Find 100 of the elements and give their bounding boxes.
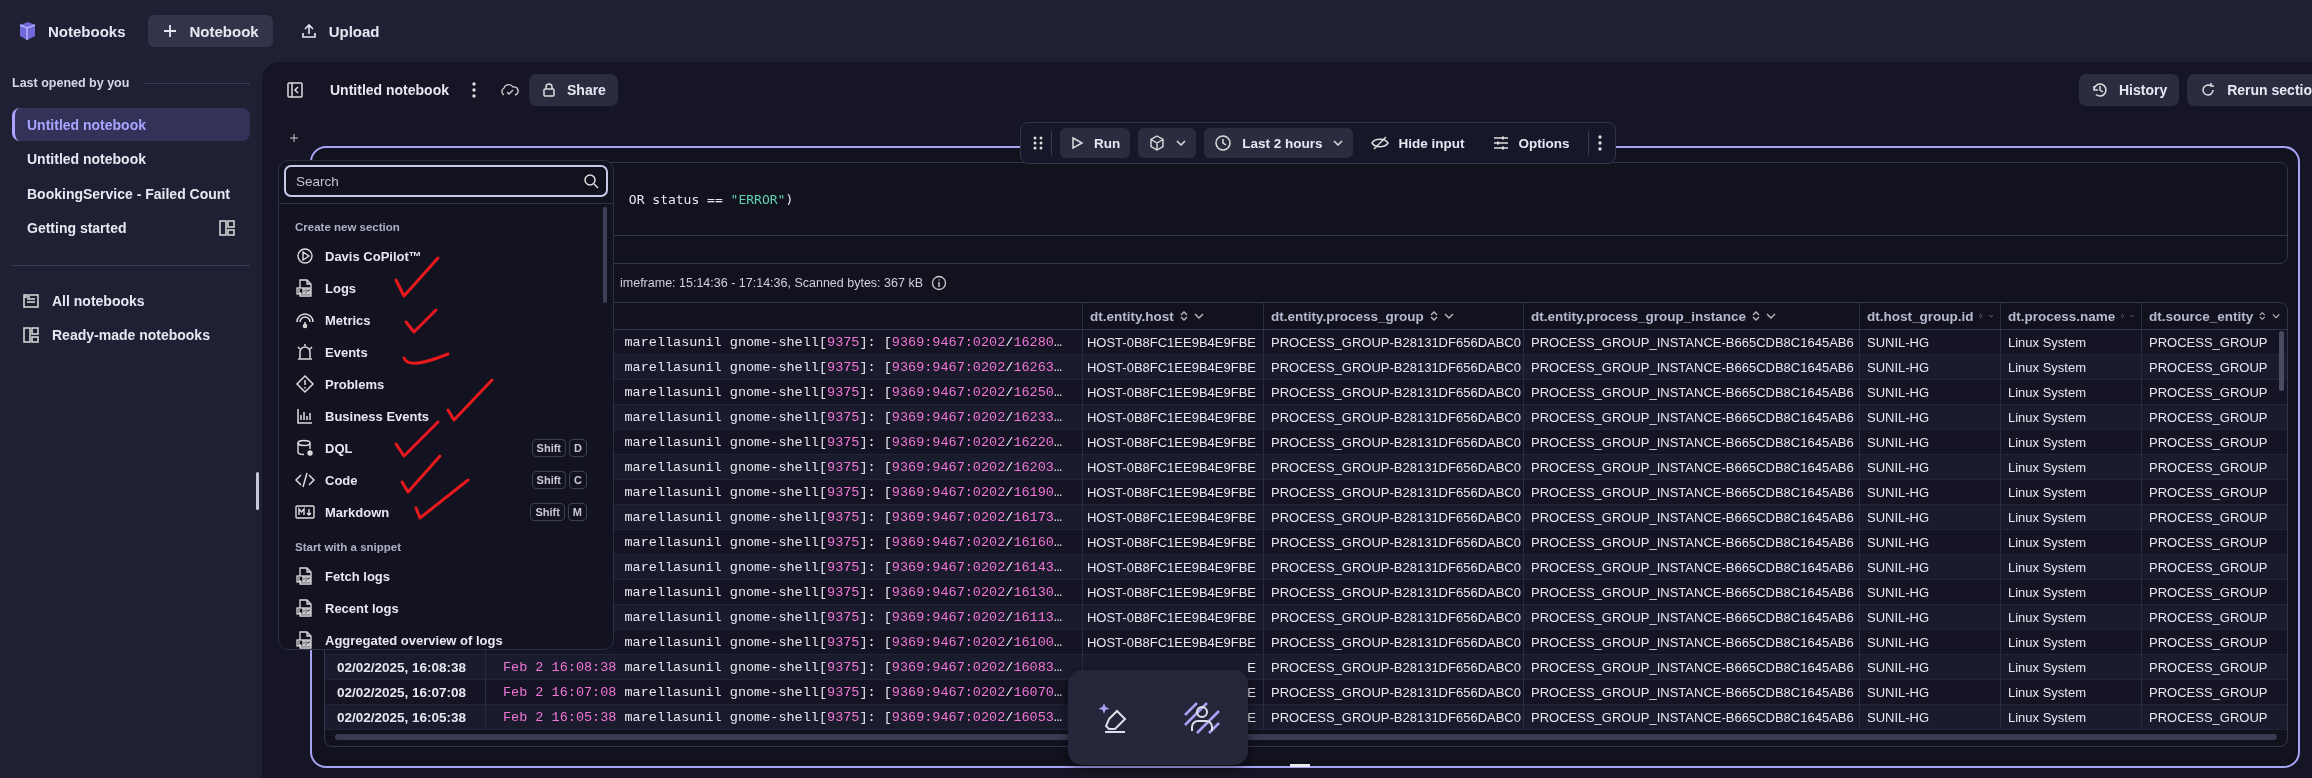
menu-item[interactable]: Fetch logs (295, 560, 613, 592)
upload-button[interactable]: Upload (286, 15, 394, 47)
resize-handle[interactable] (256, 472, 259, 510)
link-label[interactable]: All notebooks (52, 292, 145, 309)
hide-input-button[interactable]: Hide input (1360, 128, 1475, 158)
data-source-dropdown[interactable] (1138, 128, 1197, 158)
chevron-down-icon[interactable] (2271, 312, 2280, 320)
table-cell: marellasunil gnome-shell[9375]: [9369:9467:0202/16220… (624, 434, 1062, 450)
column-header[interactable]: dt.host_group.id (1867, 308, 1974, 324)
table-cell: PROCESS_GROUP-B28131DF656DABC0 (1271, 409, 1521, 425)
table-cell: Linux System (2008, 609, 2087, 625)
chevron-down-icon[interactable] (1766, 312, 1777, 320)
table-cell: SUNIL-HG (1867, 384, 1930, 400)
menu-item[interactable]: Code Shift C (295, 464, 613, 496)
check-mark (400, 454, 442, 494)
layout-icon (22, 325, 40, 344)
upload-icon (300, 23, 317, 39)
table-cell: PROCESS_GROUP_INSTANCE-B665CDB8C1645AB6 (1531, 559, 1854, 575)
table-cell: Linux System (2008, 459, 2087, 475)
person-hatched-icon[interactable] (1183, 700, 1221, 735)
table-cell: SUNIL-HG (1867, 459, 1930, 475)
menu-item[interactable]: Recent logs (295, 592, 613, 624)
table-cell: PROCESS_GROUP-B28131DF656DABC0 (1271, 509, 1521, 525)
resize-handle[interactable] (1290, 764, 1310, 767)
table-cell: SUNIL-HG (1867, 684, 1930, 700)
table-cell: PROCESS_GROUP-B28131DF656DABC0 (1271, 584, 1521, 600)
table-cell: Feb 2 16:07:08 marellasunil gnome-shell[9375]: [9369:9467:0202/16070… (502, 684, 1062, 700)
add-section-icon[interactable] (290, 131, 298, 145)
options-button[interactable]: Options (1482, 128, 1580, 158)
info-icon[interactable] (930, 275, 947, 291)
more-icon[interactable] (471, 81, 477, 99)
more-icon[interactable] (1596, 134, 1603, 152)
sidebar-link[interactable]: All notebooks (12, 283, 250, 318)
cloud-check-icon (499, 83, 519, 97)
markdown-icon (295, 502, 315, 522)
search-icon[interactable] (583, 173, 599, 189)
play-circle-icon (295, 246, 315, 266)
table-cell: HOST-0B8FC1EE9B4E9FBE (1086, 534, 1256, 550)
scrollbar[interactable] (2279, 331, 2284, 391)
history-button[interactable]: History (2078, 74, 2180, 106)
table-cell: HOST-0B8FC1EE9B4E9FBE (1086, 434, 1256, 450)
column-header[interactable]: dt.process.name (2008, 308, 2116, 324)
timeframe-dropdown[interactable]: Last 2 hours (1204, 128, 1353, 158)
table-cell: HOST-0B8FC1EE9B4E9FBE (1086, 584, 1256, 600)
sort-icon[interactable] (1752, 310, 1761, 322)
table-cell: PROCESS_GROUP-B28131DF656DABC0 (1271, 334, 1521, 350)
table-cell: PROCESS_GROUP_INSTANCE-B665CDB8C1645AB6 (1531, 434, 1854, 450)
menu-item[interactable]: Aggregated overview of logs (295, 624, 613, 649)
table-cell: SUNIL-HG (1867, 659, 1930, 675)
cube-icon (1148, 134, 1167, 152)
scrollbar[interactable] (335, 734, 2277, 740)
menu-item[interactable]: Problems (295, 368, 613, 400)
recent-notebook-item[interactable]: BookingService - Failed Count (12, 177, 250, 210)
menu-item[interactable]: Markdown Shift M (295, 496, 613, 528)
chevron-down-icon[interactable] (1193, 312, 1204, 320)
drag-handle-icon[interactable] (1033, 135, 1043, 151)
sort-icon[interactable] (2259, 310, 2266, 322)
menu-item[interactable]: Metrics (295, 304, 613, 336)
notebook-title[interactable]: Untitled notebook (330, 82, 449, 98)
menu-item[interactable]: DQL Shift D (295, 432, 613, 464)
column-header[interactable]: dt.entity.host (1090, 308, 1174, 324)
chevron-down-icon[interactable] (1443, 312, 1454, 320)
table-cell: Linux System (2008, 359, 2087, 375)
sidebar-link[interactable]: Ready-made notebooks (12, 317, 250, 352)
menu-item[interactable]: Business Events (295, 400, 613, 432)
table-cell: SUNIL-HG (1867, 584, 1930, 600)
table-cell: PROCESS_GROUP_INSTANCE-B665CDB8C1645AB6 (1531, 384, 1854, 400)
check-mark (394, 420, 440, 458)
table-cell: PROCESS_GROUP_INSTANCE-B665CDB8C1645AB6 (1531, 484, 1854, 500)
recent-notebook-item[interactable]: Untitled notebook (12, 108, 250, 141)
sidebar-toggle-icon[interactable] (286, 81, 304, 99)
run-button[interactable]: Run (1060, 128, 1131, 158)
sort-icon[interactable] (1429, 310, 1438, 322)
table-cell: PROCESS_GROUP-B28131DF656DABC0 (1271, 559, 1521, 575)
recent-notebook-item[interactable]: Untitled notebook (12, 142, 250, 176)
table-cell: PROCESS_GROUP_INSTANCE-B665CDB8C1645AB6 (1531, 509, 1854, 525)
shortcut-key: C (569, 471, 587, 489)
sort-icon[interactable] (1179, 310, 1188, 322)
search-field[interactable]: Search (284, 165, 608, 197)
column-header[interactable]: dt.entity.process_group_instance (1531, 308, 1747, 324)
scrollbar[interactable] (603, 207, 607, 303)
table-cell: PROCESS_GROUP-B28131DF656DABC0 (1271, 634, 1521, 650)
link-label[interactable]: Ready-made notebooks (52, 326, 210, 343)
table-cell: HOST-0B8FC1EE9B4E9FBE (1086, 409, 1256, 425)
plus-icon (161, 23, 178, 39)
shortcut-key: Shift (530, 503, 565, 521)
menu-item[interactable]: Events (295, 336, 613, 368)
column-header[interactable]: dt.source_entity (2149, 308, 2254, 324)
recent-notebook-item[interactable]: Getting started (12, 211, 250, 245)
new-notebook-button[interactable]: Notebook (147, 15, 273, 47)
column-header[interactable]: dt.entity.process_group (1271, 308, 1424, 324)
rerun-section-button[interactable]: Rerun sectio (2187, 74, 2312, 106)
table-cell: Linux System (2008, 334, 2087, 350)
table-cell: PROCESS_GROUP (2149, 684, 2268, 700)
share-button[interactable]: Share (529, 74, 618, 106)
menu-item[interactable]: Logs (295, 272, 613, 304)
table-cell: marellasunil gnome-shell[9375]: [9369:9467:0202/16130… (624, 584, 1062, 600)
chevron-down-icon (1332, 139, 1343, 147)
table-cell: SUNIL-HG (1867, 709, 1930, 725)
table-cell: HOST-0B8FC1EE9B4E9FBE (1086, 334, 1256, 350)
